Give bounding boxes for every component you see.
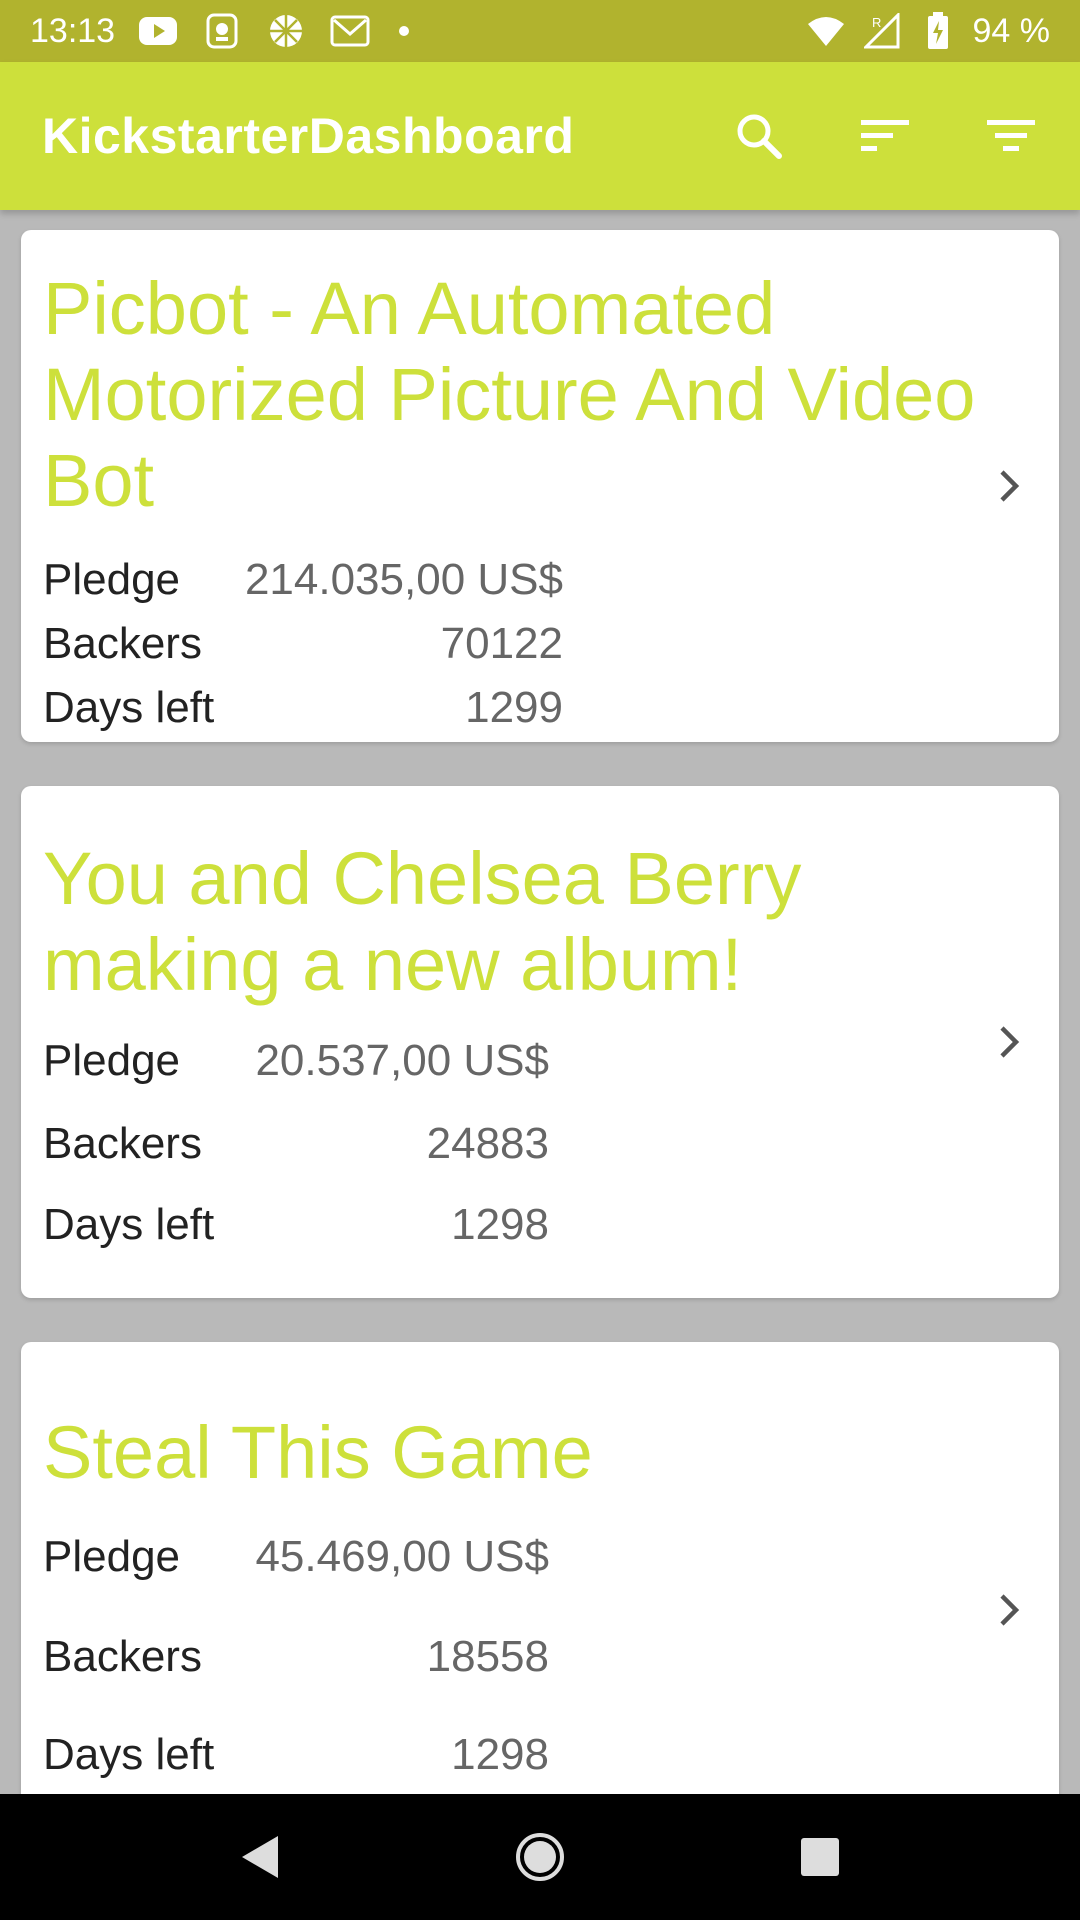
- pledge-label: Pledge: [43, 1036, 181, 1085]
- gmail-icon: [329, 10, 371, 52]
- roaming-indicator: R: [872, 15, 881, 30]
- backers-row: Backers 70122: [43, 619, 563, 679]
- backers-value: 18558: [426, 1632, 549, 1681]
- backers-value: 70122: [440, 619, 563, 668]
- search-icon: [737, 114, 782, 159]
- system-nav-bar: [0, 1794, 1080, 1920]
- sort-button[interactable]: [852, 103, 918, 169]
- project-card[interactable]: Steal This Game Pledge 45.469,00 US$ Bac…: [21, 1342, 1059, 1794]
- backers-label: Backers: [43, 619, 202, 668]
- filter-button[interactable]: [978, 103, 1044, 169]
- youtube-icon: [137, 10, 179, 52]
- days-left-label: Days left: [43, 683, 215, 732]
- home-icon: [516, 1833, 564, 1881]
- days-left-row: Days left 1298: [43, 1730, 549, 1790]
- pledge-row: Pledge 214.035,00 US$: [43, 555, 563, 615]
- battery-percent: 94 %: [972, 11, 1051, 50]
- backers-value: 24883: [426, 1119, 549, 1168]
- app-title: KickstarterDashboard: [42, 108, 575, 164]
- home-button[interactable]: [500, 1817, 580, 1897]
- project-title: Steal This Game: [43, 1411, 593, 1494]
- search-button[interactable]: [726, 103, 792, 169]
- backers-label: Backers: [43, 1119, 202, 1168]
- pledge-value: 45.469,00 US$: [255, 1532, 549, 1581]
- back-icon: [242, 1836, 278, 1878]
- chevron-right-icon: [1000, 470, 1020, 502]
- project-title: You and Chelsea Berry making a new album…: [43, 837, 802, 1006]
- backers-row: Backers 18558: [43, 1632, 549, 1692]
- recents-icon: [801, 1838, 839, 1876]
- pledge-label: Pledge: [43, 1532, 181, 1581]
- pledge-value: 20.537,00 US$: [255, 1036, 549, 1085]
- sort-icon: [861, 120, 909, 151]
- days-left-value: 1298: [451, 1730, 549, 1779]
- backers-label: Backers: [43, 1632, 202, 1681]
- project-title: Picbot - An Automated Motorized Picture …: [43, 267, 976, 522]
- days-left-label: Days left: [43, 1730, 215, 1779]
- battery-icon: [917, 10, 959, 52]
- lion-app-icon: [201, 10, 243, 52]
- days-left-row: Days left 1299: [43, 683, 563, 743]
- back-button[interactable]: [220, 1817, 300, 1897]
- chevron-right-icon: [1000, 1594, 1020, 1626]
- cell-signal-icon: R: [861, 10, 903, 52]
- days-left-value: 1298: [451, 1200, 549, 1249]
- days-left-row: Days left 1298: [43, 1200, 549, 1260]
- filter-icon: [987, 120, 1035, 151]
- status-time: 13:13: [30, 11, 116, 50]
- app-bar: KickstarterDashboard: [0, 62, 1080, 210]
- recents-button[interactable]: [780, 1817, 860, 1897]
- pledge-row: Pledge 45.469,00 US$: [43, 1532, 549, 1592]
- pledge-label: Pledge: [43, 555, 181, 604]
- backers-row: Backers 24883: [43, 1119, 549, 1179]
- project-list[interactable]: Picbot - An Automated Motorized Picture …: [0, 210, 1080, 1794]
- status-bar: 13:13 R 94 %: [0, 0, 1080, 62]
- project-card[interactable]: You and Chelsea Berry making a new album…: [21, 786, 1059, 1298]
- project-card[interactable]: Picbot - An Automated Motorized Picture …: [21, 230, 1059, 742]
- status-right: R 94 %: [805, 10, 1051, 52]
- app-bar-actions: [726, 103, 1044, 169]
- wifi-icon: [805, 10, 847, 52]
- more-notifications-dot: [399, 26, 410, 36]
- pledge-value: 214.035,00 US$: [244, 555, 563, 604]
- pledge-row: Pledge 20.537,00 US$: [43, 1036, 549, 1096]
- days-left-label: Days left: [43, 1200, 215, 1249]
- app-root: 13:13 R 94 % KickstarterDashboard Picbot…: [0, 0, 1080, 1920]
- chevron-right-icon: [1000, 1026, 1020, 1058]
- days-left-value: 1299: [465, 683, 563, 732]
- status-left: 13:13: [30, 10, 410, 52]
- ball-app-icon: [265, 10, 307, 52]
